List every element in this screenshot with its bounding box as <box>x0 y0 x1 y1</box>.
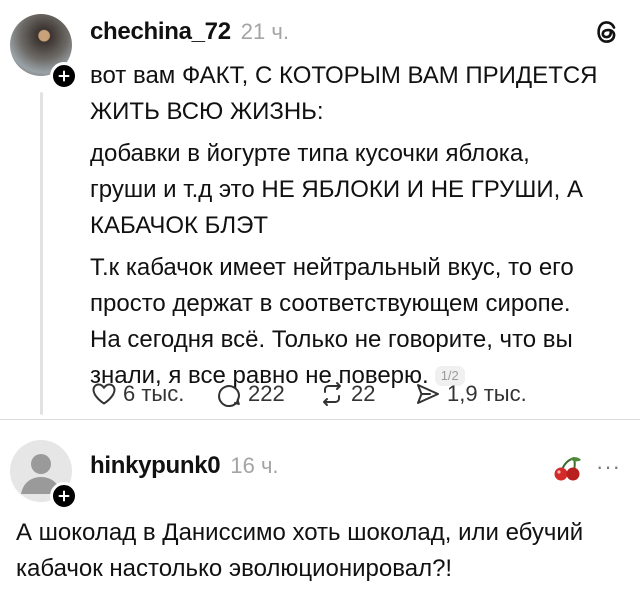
post-text-line: ЖИТЬ ВСЮ ЖИЗНЬ: <box>90 98 324 125</box>
comment-count: 222 <box>248 381 285 406</box>
reply-author-username[interactable]: hinkypunk0 <box>90 452 221 480</box>
reply-follow-button[interactable] <box>50 482 78 510</box>
reply-time: 16 ч. <box>230 453 279 478</box>
post-text-line: КАБАЧОК БЛЭТ <box>90 212 269 239</box>
comment-button[interactable]: 222 <box>215 380 285 408</box>
heart-icon <box>92 383 116 405</box>
plus-icon <box>58 490 70 502</box>
cherry-emoji-icon <box>554 457 581 481</box>
post-text-line: добавки в йогурте типа кусочки яблока, <box>90 140 530 167</box>
reply-body: А шоколад в Даниссимо хоть шоколад, или … <box>16 515 583 587</box>
post-text-line: На сегодня всё. Только не говорите, что … <box>90 326 573 353</box>
repost-count: 22 <box>351 381 376 406</box>
post-divider <box>0 419 640 420</box>
repost-icon <box>323 382 341 406</box>
share-button[interactable]: 1,9 тыс. <box>414 380 527 408</box>
post-text-line: груши и т.д это НЕ ЯБЛОКИ И НЕ ГРУШИ, А <box>90 176 584 203</box>
author-username[interactable]: chechina_72 <box>90 18 231 46</box>
threads-logo-icon[interactable] <box>594 18 620 46</box>
like-button[interactable]: 6 тыс. <box>90 380 184 408</box>
share-icon <box>417 384 439 404</box>
post-body: вот вам ФАКТ, С КОТОРЫМ ВАМ ПРИДЕТСЯ ЖИТ… <box>90 58 598 394</box>
comment-icon <box>218 385 240 408</box>
post-header: chechina_72 21 ч. <box>90 18 289 46</box>
more-options-button[interactable]: ··· <box>596 454 621 480</box>
thread-line <box>40 92 43 415</box>
post-text-line: вот вам ФАКТ, С КОТОРЫМ ВАМ ПРИДЕТСЯ <box>90 62 598 89</box>
post-text-line: Т.к кабачок имеет нейтральный вкус, то е… <box>90 254 574 281</box>
post-time: 21 ч. <box>240 19 289 44</box>
share-count: 1,9 тыс. <box>447 381 527 406</box>
plus-icon <box>58 70 70 82</box>
post-text-line: просто держат в соответствующем сиропе. <box>90 290 571 317</box>
reply-text-line: А шоколад в Даниссимо хоть шоколад, или … <box>16 519 584 546</box>
reply-header: hinkypunk0 16 ч. <box>90 452 279 480</box>
reply-text-line: кабачок настолько эволюционировал?! <box>16 555 453 582</box>
repost-button[interactable]: 22 <box>318 380 375 408</box>
like-count: 6 тыс. <box>123 381 185 406</box>
follow-button[interactable] <box>50 62 78 90</box>
